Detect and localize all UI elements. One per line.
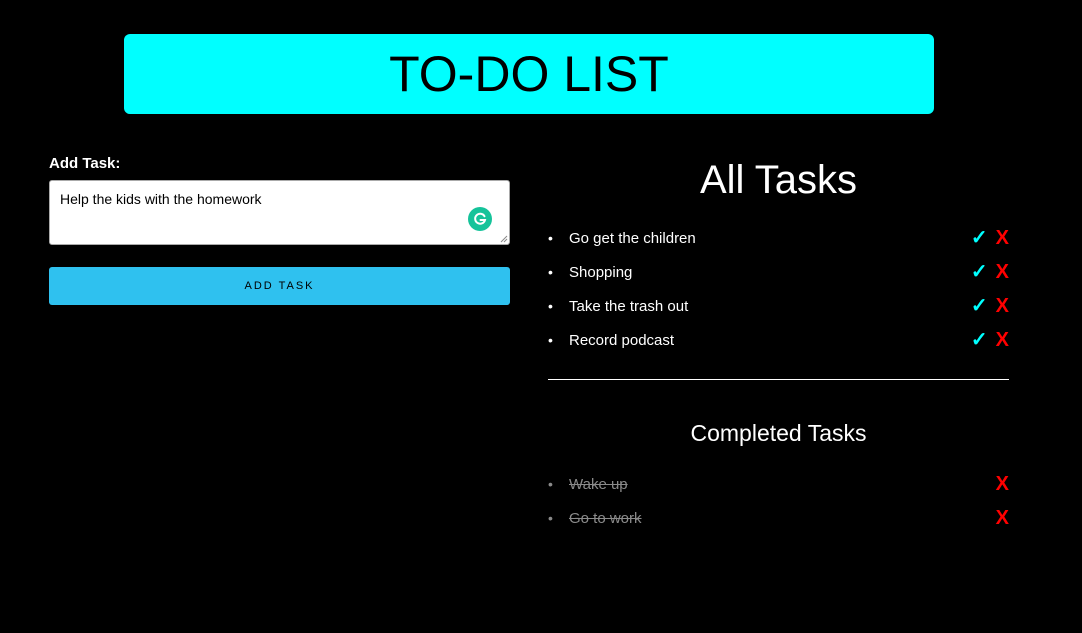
bullet-icon: • <box>548 230 553 246</box>
add-task-label: Add Task: <box>49 155 121 172</box>
task-textarea-container: Help the kids with the homework <box>49 180 510 245</box>
list-item: • Wake up X <box>548 467 1009 501</box>
delete-icon[interactable]: X <box>996 508 1009 528</box>
check-icon[interactable]: ✓ <box>971 296 988 316</box>
section-divider <box>548 379 1009 380</box>
list-item: • Record podcast ✓ X <box>548 323 1009 357</box>
add-task-button[interactable]: ADD TASK <box>49 267 510 305</box>
list-item: • Take the trash out ✓ X <box>548 289 1009 323</box>
task-label: Take the trash out <box>569 297 689 315</box>
add-task-form: Add Task: Help the kids with the homewor… <box>49 155 510 305</box>
list-item: • Go to work X <box>548 501 1009 535</box>
delete-icon[interactable]: X <box>996 330 1009 350</box>
task-label: Record podcast <box>569 331 675 349</box>
task-label: Shopping <box>569 263 633 281</box>
delete-icon[interactable]: X <box>996 474 1009 494</box>
tasks-panel: All Tasks • Go get the children ✓ X • Sh… <box>548 150 1009 535</box>
bullet-icon: • <box>548 510 553 526</box>
bullet-icon: • <box>548 298 553 314</box>
bullet-icon: • <box>548 332 553 348</box>
todo-app: TO-DO LIST Add Task: Help the kids with … <box>0 0 1082 633</box>
task-textarea[interactable]: Help the kids with the homework <box>50 181 509 244</box>
header-banner: TO-DO LIST <box>124 34 934 114</box>
delete-icon[interactable]: X <box>996 228 1009 248</box>
task-label: Go to work <box>569 509 642 527</box>
check-icon[interactable]: ✓ <box>971 262 988 282</box>
check-icon[interactable]: ✓ <box>971 228 988 248</box>
bullet-icon: • <box>548 476 553 492</box>
all-tasks-list: • Go get the children ✓ X • Shopping ✓ X… <box>548 221 1009 357</box>
completed-tasks-list: • Wake up X • Go to work X <box>548 467 1009 535</box>
task-label: Wake up <box>569 475 628 493</box>
check-icon[interactable]: ✓ <box>971 330 988 350</box>
task-label: Go get the children <box>569 229 696 247</box>
list-item: • Go get the children ✓ X <box>548 221 1009 255</box>
delete-icon[interactable]: X <box>996 262 1009 282</box>
page-title: TO-DO LIST <box>389 46 669 102</box>
list-item: • Shopping ✓ X <box>548 255 1009 289</box>
resize-grip-icon[interactable] <box>500 235 508 243</box>
grammarly-icon[interactable] <box>468 207 492 231</box>
all-tasks-heading: All Tasks <box>699 158 858 202</box>
completed-tasks-heading: Completed Tasks <box>690 420 867 446</box>
delete-icon[interactable]: X <box>996 296 1009 316</box>
bullet-icon: • <box>548 264 553 280</box>
